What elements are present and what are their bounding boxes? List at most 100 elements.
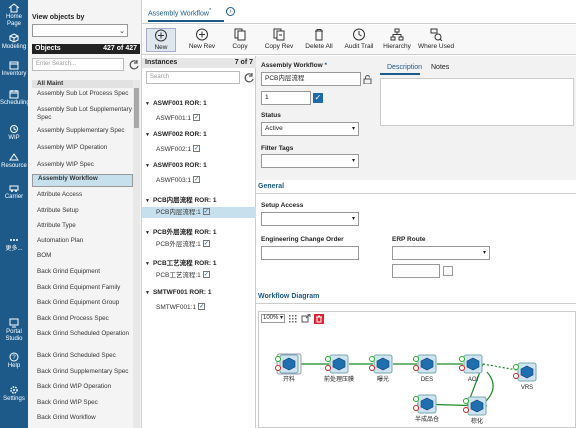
hierarchy-button[interactable]: Hierarchy: [380, 28, 414, 52]
tab-description[interactable]: Description: [387, 64, 422, 71]
object-type-item[interactable]: Attribute Type: [32, 222, 133, 230]
workflow-node[interactable]: 前处理压膜: [324, 354, 354, 383]
instance-revision[interactable]: ASWF001:1: [142, 113, 256, 124]
revision-input[interactable]: 1: [261, 91, 311, 105]
object-type-item[interactable]: Back Grind Scheduled Operation: [32, 330, 133, 338]
refresh-icon[interactable]: [128, 59, 140, 71]
objects-group-header[interactable]: All Maint: [32, 80, 133, 88]
nav-wip[interactable]: WIP: [0, 124, 28, 142]
object-type-item[interactable]: Back Grind Workflow: [32, 414, 133, 422]
nav-home[interactable]: Home Page: [0, 3, 28, 28]
collapse-triangle-icon[interactable]: ▼: [145, 101, 150, 107]
tab-notes[interactable]: Notes: [431, 64, 449, 71]
default-revision-checkbox[interactable]: [202, 239, 210, 250]
objects-search-input[interactable]: Enter Search...: [32, 58, 124, 71]
instance-revision[interactable]: SMTWF001:1: [142, 302, 256, 313]
object-type-item[interactable]: Assembly Supplementary Spec: [32, 127, 133, 135]
workflow-node[interactable]: VRS: [513, 362, 537, 391]
workflow-diagram[interactable]: 100% ▾ 开料 前处理压膜 曝光 DES AOI VRS 半成品仓 棕化: [258, 311, 576, 428]
workflow-node[interactable]: AOI: [459, 354, 483, 383]
instances-search-input[interactable]: Search: [146, 71, 240, 84]
nav-inventory[interactable]: Inventory: [0, 60, 28, 78]
new-button[interactable]: New: [146, 28, 176, 52]
instance-revision[interactable]: ASWF002:1: [142, 144, 256, 155]
object-type-item[interactable]: Back Grind Equipment Family: [32, 284, 133, 292]
status-select[interactable]: Active ▾: [261, 122, 359, 136]
copy-rev-button[interactable]: Copy Rev: [260, 28, 298, 52]
nav-scheduling[interactable]: Scheduling: [0, 89, 30, 107]
object-type-item[interactable]: Back Grind Process Spec: [32, 315, 133, 323]
instance-revision[interactable]: PCB外层流程:1: [142, 239, 256, 250]
default-revision-checkbox[interactable]: [193, 175, 201, 186]
object-type-item[interactable]: Assembly WIP Spec: [32, 161, 133, 169]
instance-group[interactable]: ▼ PCB外层流程 ROR: 1: [145, 226, 217, 236]
object-type-item[interactable]: Back Grind Equipment Group: [32, 299, 133, 307]
description-textarea[interactable]: [380, 78, 574, 126]
instance-group[interactable]: ▼ SMTWF001 ROR: 1: [145, 289, 211, 296]
object-type-item[interactable]: Back Grind WIP Spec: [32, 399, 133, 407]
delete-icon[interactable]: [314, 314, 324, 324]
export-icon[interactable]: [301, 314, 311, 323]
filter-tags-select[interactable]: ▾: [261, 154, 359, 168]
default-revision-checkbox[interactable]: [198, 302, 206, 313]
add-tab-icon[interactable]: ›: [226, 7, 235, 16]
object-type-item[interactable]: Attribute Setup: [32, 207, 133, 215]
instance-group[interactable]: ▼ PCB工艺流程 ROR: 1: [145, 257, 217, 267]
object-type-item[interactable]: Back Grind WIP Operation: [32, 383, 133, 391]
scrollbar-thumb[interactable]: [134, 88, 139, 128]
eco-input[interactable]: [261, 246, 359, 260]
nav-settings[interactable]: Settings: [0, 385, 28, 403]
workflow-canvas[interactable]: 开料 前处理压膜 曝光 DES AOI VRS 半成品仓 棕化: [261, 328, 576, 428]
collapse-triangle-icon[interactable]: ▼: [145, 198, 150, 204]
instance-group[interactable]: ▼ PCB内层流程 ROR: 1: [145, 194, 217, 204]
nav-resource[interactable]: Resource: [0, 152, 28, 170]
object-type-item[interactable]: Back Grind Scheduled Spec: [32, 352, 133, 360]
object-type-item[interactable]: Automation Plan: [32, 237, 133, 245]
default-revision-checkbox[interactable]: [193, 113, 201, 124]
delete-all-button[interactable]: Delete All: [300, 28, 338, 52]
workflow-node[interactable]: DES: [413, 354, 437, 383]
workflow-node[interactable]: 半成品仓: [413, 394, 440, 423]
where-used-button[interactable]: Where Used: [416, 28, 456, 52]
workflow-node[interactable]: 曝光: [369, 354, 393, 383]
default-revision-checkbox[interactable]: [202, 207, 210, 218]
copy-button[interactable]: Copy: [228, 28, 252, 52]
erp-route-select[interactable]: ▾: [392, 246, 490, 260]
erp-route-checkbox[interactable]: [443, 266, 453, 276]
name-input[interactable]: PCB内层流程: [261, 72, 361, 86]
collapse-triangle-icon[interactable]: ▼: [145, 290, 150, 296]
collapse-triangle-icon[interactable]: ▼: [145, 230, 150, 236]
collapse-triangle-icon[interactable]: ▼: [145, 261, 150, 267]
refresh-icon[interactable]: [243, 72, 255, 84]
object-type-item[interactable]: Back Grind Supplementary Spec: [32, 368, 133, 376]
instance-group[interactable]: ▼ ASWF002 ROR: 1: [145, 131, 207, 138]
nav-carrier[interactable]: Carrier: [0, 183, 28, 201]
audit-trail-button[interactable]: Audit Trail: [340, 28, 378, 52]
grid-icon[interactable]: [288, 314, 298, 323]
object-type-item[interactable]: Assembly Workflow: [32, 174, 133, 187]
workflow-edge-dashed[interactable]: [482, 363, 518, 371]
workflow-node[interactable]: 棕化: [463, 396, 487, 425]
instance-group[interactable]: ▼ ASWF001 ROR: 1: [145, 100, 207, 107]
object-type-item[interactable]: Back Grind Equipment: [32, 268, 133, 276]
lock-icon[interactable]: [363, 75, 372, 84]
nav-modeling[interactable]: Modeling: [0, 33, 28, 51]
nav-portal-studio[interactable]: Portal Studio: [0, 318, 28, 343]
erp-route-revision-input[interactable]: [392, 264, 440, 278]
workflow-node[interactable]: 开料: [275, 353, 302, 383]
view-objects-select[interactable]: ⌄: [32, 24, 128, 37]
nav-more[interactable]: 更多...: [0, 235, 28, 253]
instance-revision[interactable]: PCB工艺流程:1: [142, 270, 256, 281]
new-rev-button[interactable]: New Rev: [182, 28, 222, 52]
objects-scrollbar[interactable]: [133, 80, 140, 428]
collapse-triangle-icon[interactable]: ▼: [145, 132, 150, 138]
object-type-item[interactable]: Assembly Sub Lot Supplementary Spec: [32, 106, 133, 122]
setup-access-select[interactable]: ▾: [261, 212, 359, 226]
object-type-item[interactable]: Assembly Sub Lot Process Spec: [32, 90, 133, 98]
zoom-select[interactable]: 100% ▾: [261, 314, 285, 323]
instance-group[interactable]: ▼ ASWF003 ROR: 1: [145, 162, 207, 169]
object-type-item[interactable]: Attribute Access: [32, 191, 133, 199]
collapse-triangle-icon[interactable]: ▼: [145, 163, 150, 169]
instance-revision[interactable]: PCB内层流程:1: [142, 207, 256, 218]
default-revision-checkbox[interactable]: [202, 270, 210, 281]
